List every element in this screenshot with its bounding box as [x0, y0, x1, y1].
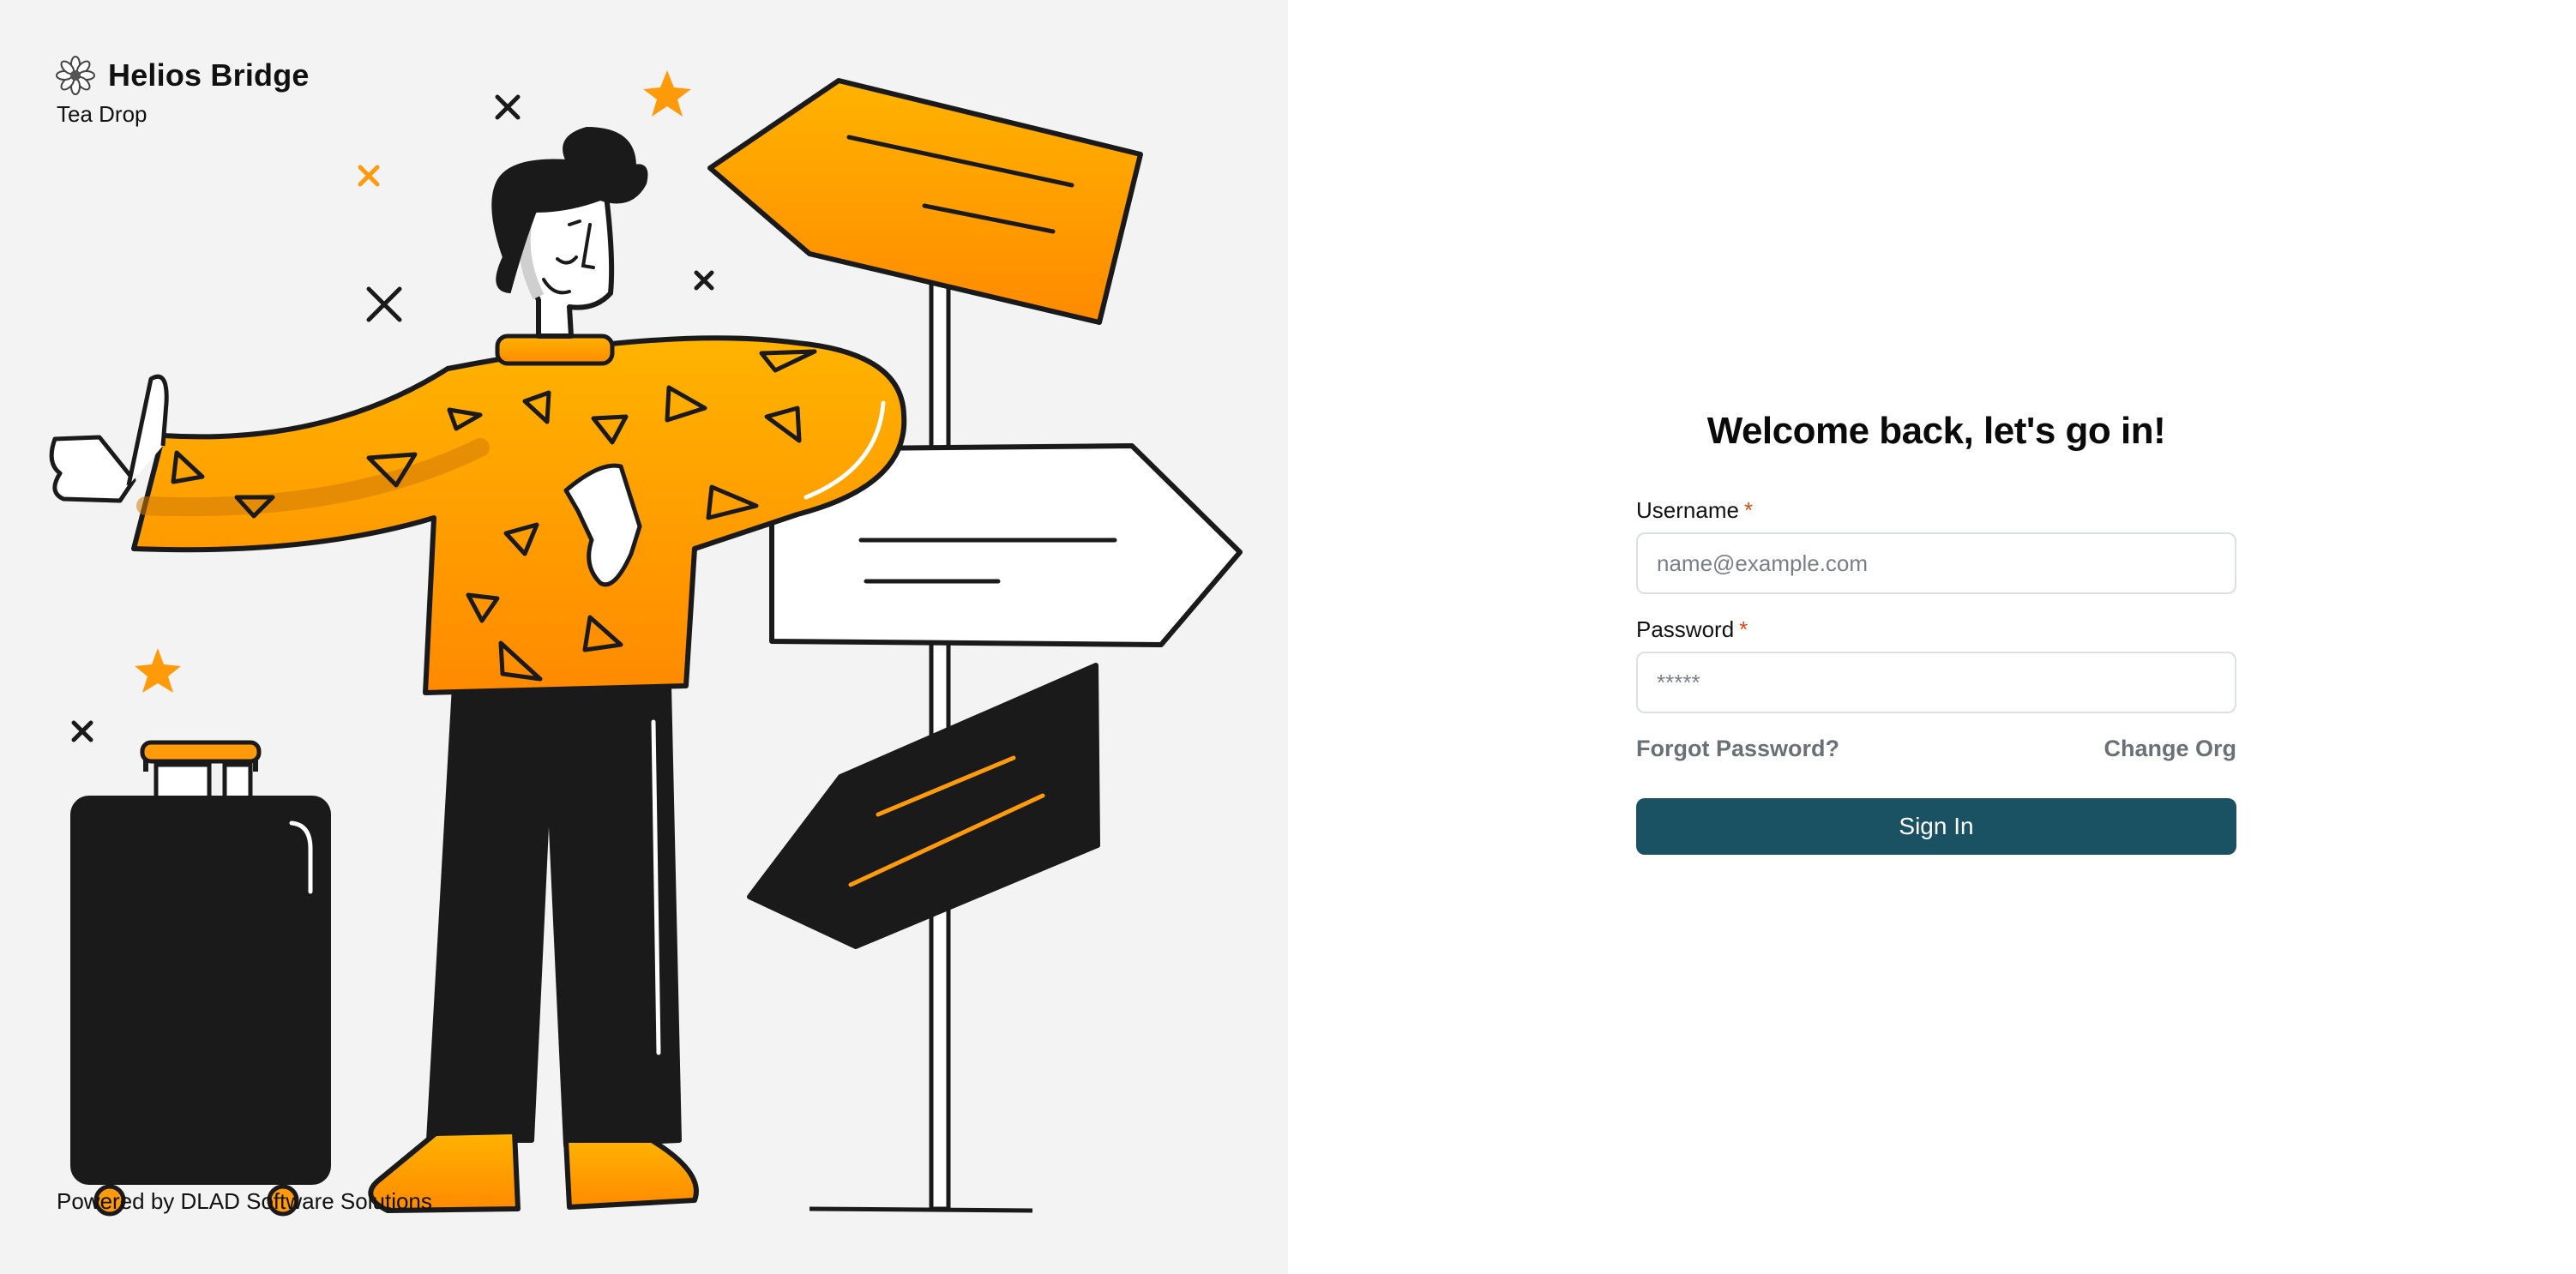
- username-input[interactable]: [1636, 532, 2236, 594]
- password-input[interactable]: [1636, 652, 2236, 713]
- org-name: Tea Drop: [57, 101, 147, 127]
- required-mark: *: [1743, 497, 1754, 523]
- username-label: Username *: [1636, 497, 2236, 524]
- sign-in-button[interactable]: Sign In: [1636, 798, 2236, 855]
- star-icon: [135, 648, 181, 693]
- app-title: Helios Bridge: [108, 57, 310, 93]
- password-field-group: Password *: [1636, 616, 2236, 713]
- login-form: Welcome back, let's go in! Username* Pas…: [1636, 410, 2236, 855]
- forgot-password-link[interactable]: Forgot Password?: [1636, 736, 1839, 762]
- brand: Helios Bridge: [55, 55, 310, 96]
- illustration-panel: Helios Bridge Tea Drop Powered by DLAD S…: [0, 0, 1288, 1274]
- suitcase-icon: [70, 740, 331, 1217]
- password-label: Password *: [1636, 616, 2236, 643]
- username-field-group: Username *: [1636, 497, 2236, 594]
- powered-by-text: Powered by DLAD Software Solutions: [57, 1188, 432, 1214]
- change-org-link[interactable]: Change Org: [2104, 736, 2236, 762]
- flower-logo-icon: [56, 56, 95, 95]
- username-label-text: Username: [1636, 497, 1739, 523]
- star-icon: [643, 70, 691, 117]
- person-at-signpost-illustration: [49, 70, 1243, 1217]
- password-label-text: Password: [1636, 616, 1735, 642]
- auth-links: Forgot Password? Change Org: [1636, 736, 2236, 762]
- page-title: Welcome back, let's go in!: [1706, 410, 2166, 452]
- required-mark: *: [1739, 616, 1748, 642]
